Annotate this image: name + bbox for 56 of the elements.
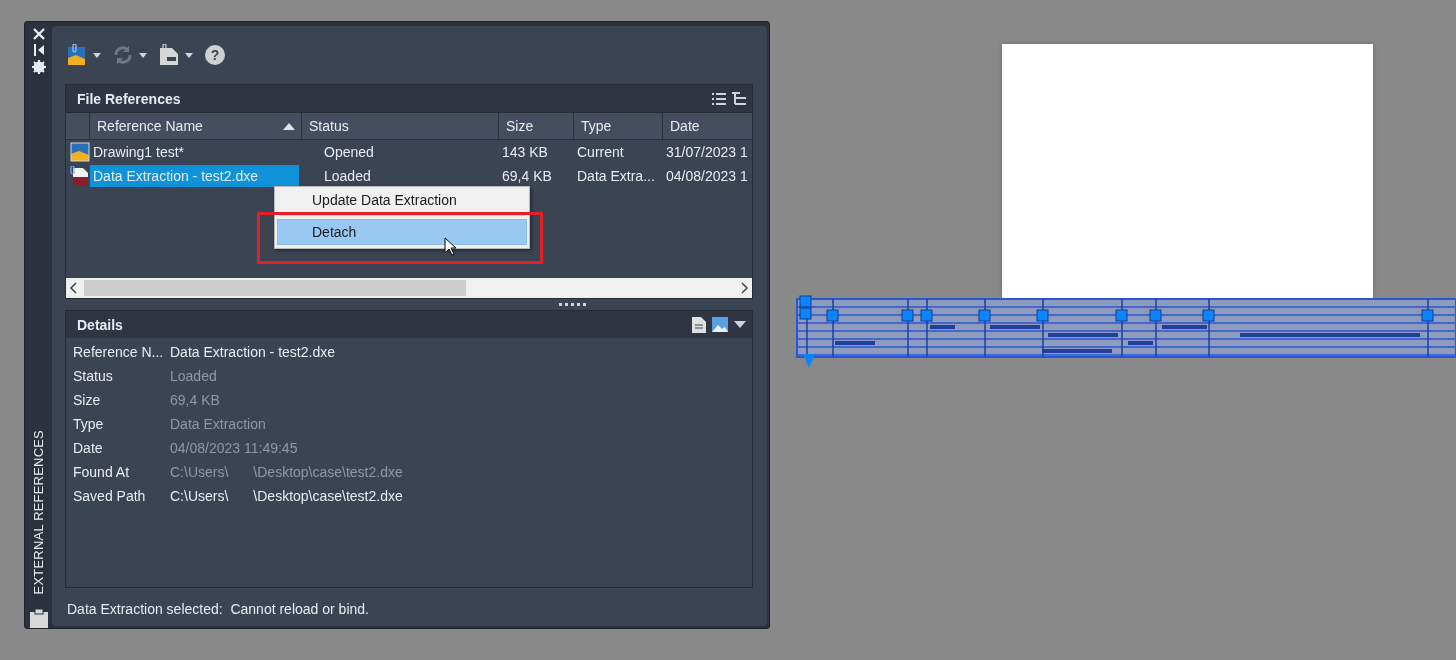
settings-icon[interactable] [31,60,46,74]
caret-icon[interactable] [139,52,147,58]
attach-drawing-icon[interactable] [67,44,87,66]
panel-title: Details [77,316,124,333]
column-header[interactable]: Date [663,113,752,139]
scrollbar-thumb[interactable] [84,280,466,296]
detail-value: C:\Users\ [170,488,229,504]
menu-item[interactable]: Update Data Extraction [277,188,527,212]
cursor-icon [444,237,456,256]
clipboard-icon[interactable] [28,608,49,628]
table-cell-text: Current [576,143,625,162]
table-cell-text: Opened [323,143,375,162]
status-message: Data Extraction selected: Cannot reload or bind. [66,600,370,617]
menu-item[interactable]: Detach [277,219,527,245]
table-cell-text: 31/07/2023 1 [665,143,749,162]
panel-title: File References [77,90,182,107]
tree-view-icon[interactable] [732,91,746,106]
detail-value: 69,4 KB [170,392,220,408]
detail-value: Loaded [170,368,217,384]
dxe-file-icon [69,166,90,186]
caret-icon[interactable] [185,52,193,58]
detail-label: Type [73,416,105,432]
detail-value: 04/08/2023 11:49:45 [170,440,298,456]
detail-label: Size [73,392,102,408]
reference-name[interactable]: Drawing1 test* [90,141,299,163]
detail-label: Found At [73,464,131,480]
column-header[interactable]: Reference Name [90,113,302,139]
table-cell-text: Loaded [323,167,372,186]
help-icon[interactable]: ? [205,45,225,65]
document-icon[interactable] [692,316,706,333]
selected-table-drawing[interactable] [796,295,1456,368]
table-cell-text: 143 KB [501,143,549,162]
palette-title: EXTERNAL REFERENCES [31,429,46,594]
detail-value: C:\Users\ [170,464,229,480]
table-cell-text: 69,4 KB [501,167,553,186]
table-cell-text: Data Extra... [576,167,656,186]
auto-hide-icon[interactable] [32,44,45,56]
detail-value: \Desktop\case\test2.dxe [253,464,403,480]
detail-value: Data Extraction - test2.dxe [170,344,335,360]
detail-label: Date [73,440,104,456]
table-cell-text: 04/08/2023 1 [665,167,749,186]
close-icon[interactable] [32,28,45,40]
detail-label: Saved Path [73,488,147,504]
detail-value: \Desktop\case\test2.dxe [253,488,403,504]
drawing-file-icon [69,142,90,162]
detail-label: Reference N... [73,344,165,360]
list-view-icon[interactable] [712,91,726,106]
document-attach-icon[interactable] [159,44,179,66]
splitter-handle[interactable] [559,303,587,306]
detail-value: Data Extraction [170,416,266,432]
caret-icon[interactable] [734,321,746,328]
column-header[interactable]: Type [574,113,663,139]
caret-icon[interactable] [93,52,101,58]
column-header[interactable]: Size [499,113,574,139]
column-header[interactable]: Status [302,113,499,139]
detail-label: Status [73,368,114,384]
